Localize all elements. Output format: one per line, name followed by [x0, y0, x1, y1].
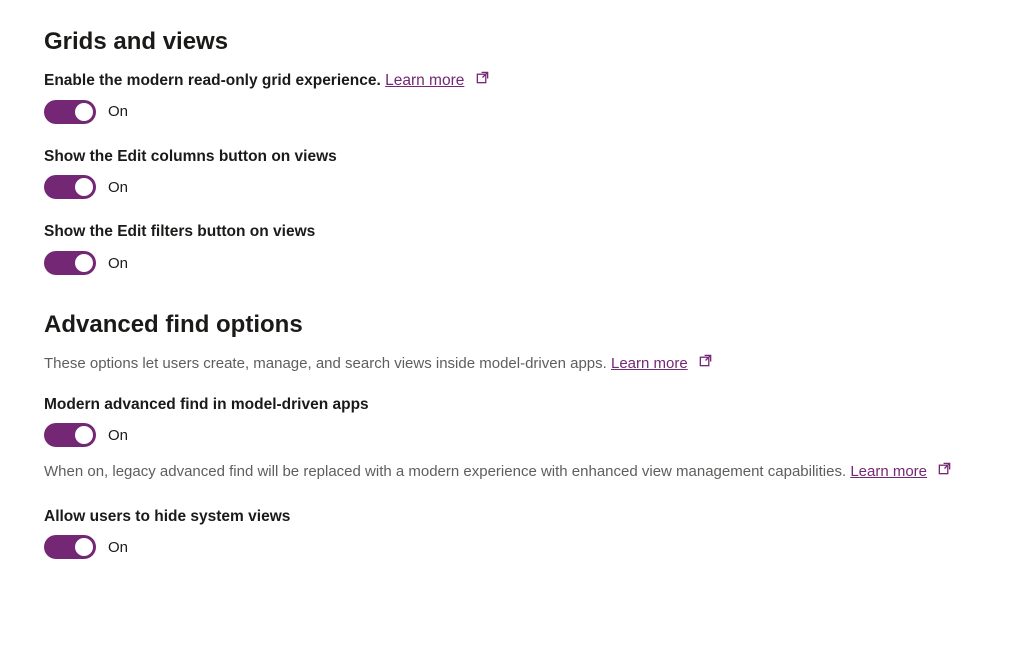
- learn-more-link-advanced-find[interactable]: Learn more: [611, 355, 688, 372]
- setting-edit-filters: Show the Edit filters button on views On: [44, 221, 980, 275]
- toggle-row-edit-columns: On: [44, 175, 980, 199]
- setting-label-modern-find: Modern advanced find in model-driven app…: [44, 394, 980, 416]
- toggle-hide-system-views[interactable]: [44, 535, 96, 559]
- setting-help-text: When on, legacy advanced find will be re…: [44, 463, 846, 480]
- toggle-edit-filters[interactable]: [44, 251, 96, 275]
- section-description-advanced-find: These options let users create, manage, …: [44, 353, 980, 376]
- section-title-grids: Grids and views: [44, 28, 980, 56]
- toggle-state-text: On: [108, 179, 128, 196]
- setting-label-edit-filters: Show the Edit filters button on views: [44, 221, 980, 243]
- toggle-state-text: On: [108, 427, 128, 444]
- setting-label-text: Enable the modern read-only grid experie…: [44, 72, 381, 89]
- setting-label-modern-grid: Enable the modern read-only grid experie…: [44, 70, 980, 92]
- toggle-state-text: On: [108, 255, 128, 272]
- setting-edit-columns: Show the Edit columns button on views On: [44, 146, 980, 200]
- external-link-icon: [937, 461, 952, 476]
- toggle-modern-find[interactable]: [44, 423, 96, 447]
- setting-hide-system-views: Allow users to hide system views On: [44, 506, 980, 560]
- learn-more-link-modern-find-help[interactable]: Learn more: [850, 463, 927, 480]
- external-link-icon: [698, 353, 713, 368]
- section-grids-views: Grids and views Enable the modern read-o…: [44, 28, 980, 275]
- toggle-row-edit-filters: On: [44, 251, 980, 275]
- setting-help-modern-find: When on, legacy advanced find will be re…: [44, 461, 980, 484]
- setting-modern-find: Modern advanced find in model-driven app…: [44, 394, 980, 484]
- section-title-advanced-find: Advanced find options: [44, 311, 980, 339]
- toggle-state-text: On: [108, 103, 128, 120]
- setting-modern-grid: Enable the modern read-only grid experie…: [44, 70, 980, 124]
- toggle-edit-columns[interactable]: [44, 175, 96, 199]
- toggle-row-modern-grid: On: [44, 100, 980, 124]
- toggle-row-modern-find: On: [44, 423, 980, 447]
- toggle-modern-grid[interactable]: [44, 100, 96, 124]
- section-description-text: These options let users create, manage, …: [44, 355, 607, 372]
- external-link-icon: [475, 70, 490, 85]
- toggle-row-hide-system-views: On: [44, 535, 980, 559]
- setting-label-edit-columns: Show the Edit columns button on views: [44, 146, 980, 168]
- setting-label-hide-system-views: Allow users to hide system views: [44, 506, 980, 528]
- section-advanced-find: Advanced find options These options let …: [44, 311, 980, 559]
- learn-more-link-modern-grid[interactable]: Learn more: [385, 72, 464, 89]
- toggle-state-text: On: [108, 539, 128, 556]
